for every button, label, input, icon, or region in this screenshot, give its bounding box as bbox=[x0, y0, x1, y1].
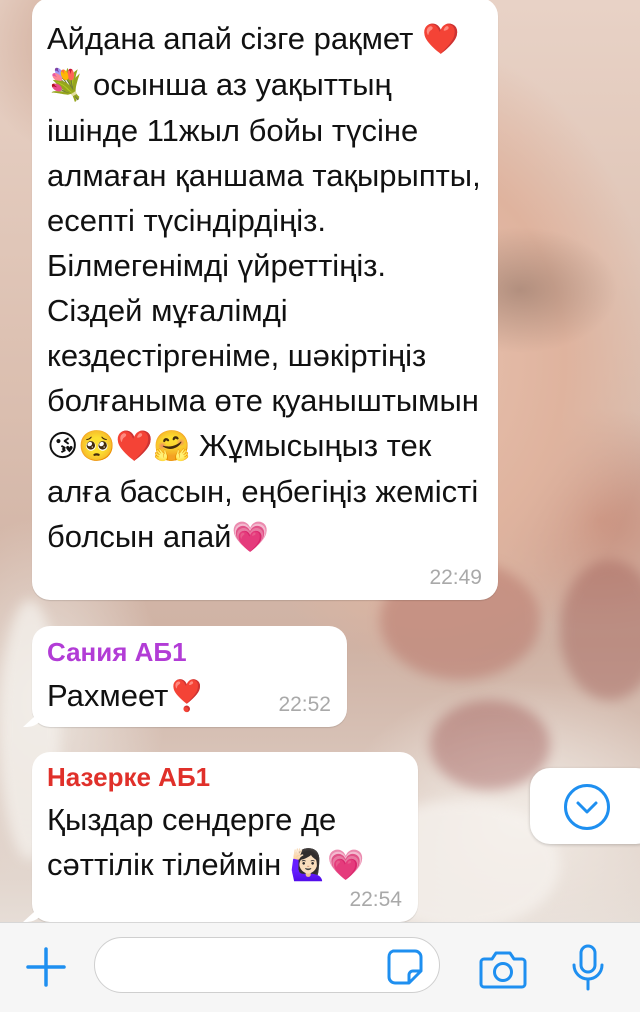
heart-exclamation-emoji: ❣️ bbox=[168, 679, 206, 714]
message-text: Рахмеет❣️ bbox=[47, 678, 206, 714]
message-timestamp: 22:49 bbox=[429, 566, 482, 589]
scroll-to-bottom-button[interactable] bbox=[530, 768, 640, 844]
raising-hand-heart-emoji: 🙋🏻‍♀️💗 bbox=[289, 848, 365, 883]
message-bubble[interactable]: Сания АБ1 Рахмеет❣️ 22:52 bbox=[32, 626, 347, 727]
pink-heart-emoji: 💗 bbox=[231, 520, 269, 555]
message-text: Айдана апай сізге рақмет ❤️💐 осынша аз у… bbox=[47, 21, 481, 555]
sender-name[interactable]: Сания АБ1 bbox=[47, 635, 187, 669]
message-bubble[interactable]: Назерке АБ1 Қыздар сендерге де сәттілік … bbox=[32, 752, 418, 922]
sender-name[interactable]: Назерке АБ1 bbox=[47, 760, 210, 794]
message-text: Қыздар сендерге де сәттілік тілеймін 🙋🏻‍… bbox=[47, 802, 365, 883]
plus-icon[interactable] bbox=[24, 945, 68, 989]
message-timestamp: 22:54 bbox=[349, 888, 402, 911]
message-timestamp: 22:52 bbox=[278, 693, 331, 716]
camera-icon[interactable] bbox=[478, 947, 528, 991]
sticker-icon[interactable] bbox=[385, 947, 425, 987]
reaction-emojis: 😘🥺❤️🤗 bbox=[47, 429, 191, 464]
chevron-down-icon bbox=[564, 784, 610, 830]
message-bubble[interactable]: Айдана апай сізге рақмет ❤️💐 осынша аз у… bbox=[32, 0, 498, 600]
message-composer bbox=[0, 922, 640, 1012]
microphone-icon[interactable] bbox=[570, 943, 606, 993]
